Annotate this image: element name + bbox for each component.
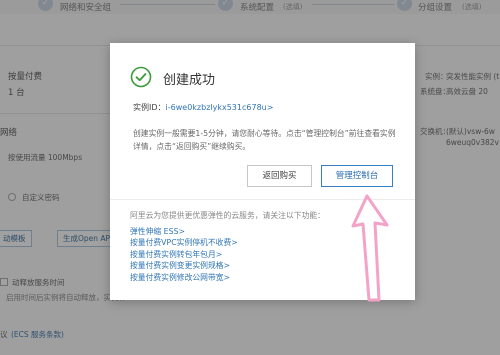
success-check-icon: [130, 66, 152, 88]
recommend-link-change-spec[interactable]: 按量付费实例变更实例规格>: [130, 260, 238, 271]
management-console-button[interactable]: 管理控制台: [321, 165, 393, 187]
recommend-title: 阿里云为您提供更优惠弹性的云服务，请关注以下功能：: [130, 211, 325, 220]
instance-id-label: 实例ID：: [133, 103, 166, 112]
recommend-link-ess[interactable]: 弹性伸缩 ESS>: [130, 226, 238, 237]
recommend-link-vpc-stop[interactable]: 按量付费VPC实例停机不收费>: [130, 237, 238, 248]
recommend-link-change-bandwidth[interactable]: 按量付费实例修改公网带宽>: [130, 272, 238, 283]
recommend-link-convert-subscription[interactable]: 按量付费实例转包年包月>: [130, 249, 238, 260]
back-to-purchase-button[interactable]: 返回购买: [247, 165, 312, 187]
dialog-description: 创建实例一般需要1-5分钟，请您耐心等待。点击“管理控制台”前往查看实例详情，点…: [133, 129, 396, 151]
dialog-title: 创建成功: [163, 73, 216, 88]
annotation-arrow-icon: [351, 194, 389, 302]
instance-id-row: 实例ID：i-6we0kzbzlykx531c678u>: [133, 102, 273, 113]
instance-id-link[interactable]: i-6we0kzbzlykx531c678u>: [166, 103, 274, 112]
recommend-list: 弹性伸缩 ESS> 按量付费VPC实例停机不收费> 按量付费实例转包年包月> 按…: [130, 226, 238, 283]
ecs-purchase-page: ✓ 网络和安全组 ✓ 系统配置 (选填) ✓ 分组设置 (选填) 按量付费 1 …: [0, 0, 500, 355]
